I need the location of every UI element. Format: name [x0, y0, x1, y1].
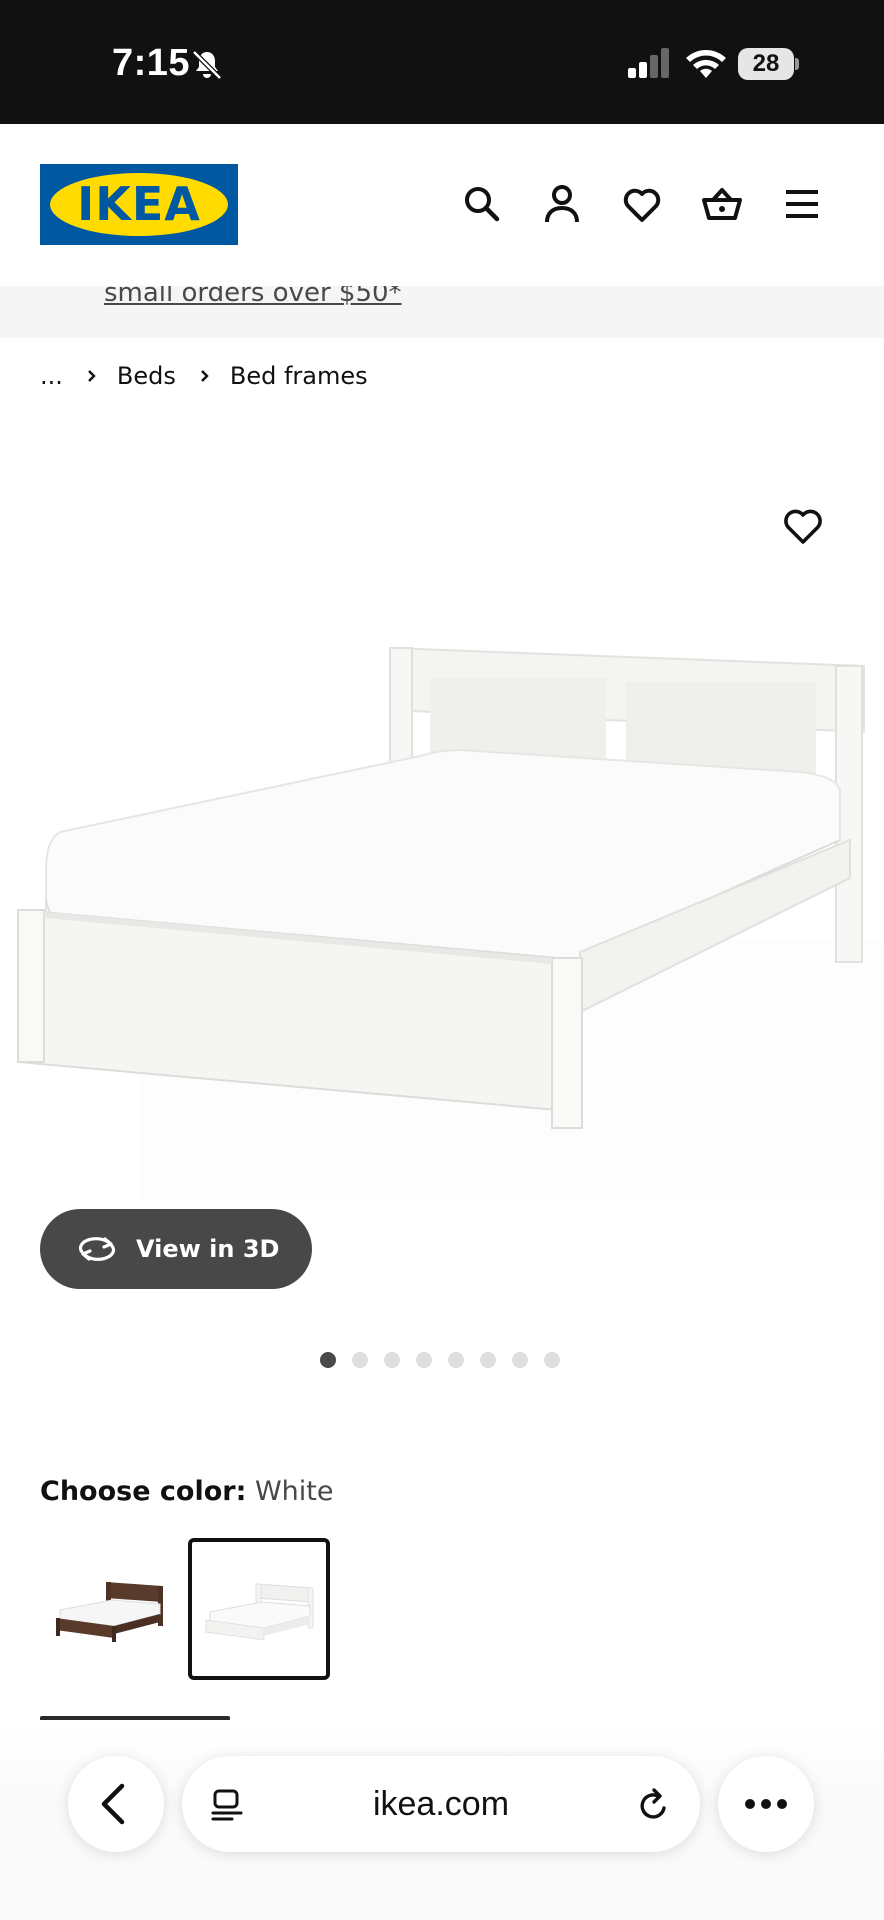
image-carousel-indicator — [320, 1352, 560, 1368]
bell-slash-icon — [192, 50, 222, 80]
carousel-dot[interactable] — [384, 1352, 400, 1368]
rotate-3d-icon — [78, 1237, 116, 1261]
color-option-brown[interactable] — [40, 1540, 176, 1676]
wifi-icon — [686, 50, 726, 78]
battery-level: 28 — [738, 48, 794, 80]
battery-tip — [795, 58, 799, 70]
carousel-dot[interactable] — [320, 1352, 336, 1368]
url-text: ikea.com — [372, 1785, 510, 1823]
heart-icon[interactable] — [620, 182, 664, 226]
chevron-right-icon — [88, 370, 96, 382]
add-to-favorites-heart-icon[interactable] — [780, 502, 826, 548]
ellipsis-icon — [745, 1799, 787, 1809]
promo-banner: small orders over $50* — [0, 286, 884, 338]
carousel-dot[interactable] — [448, 1352, 464, 1368]
status-bar: 7:15 28 — [0, 0, 884, 124]
site-header: IKEA ® — [0, 124, 884, 286]
carousel-dot[interactable] — [416, 1352, 432, 1368]
product-name-heading-partial — [40, 1708, 240, 1720]
logo-oval: IKEA — [50, 173, 228, 236]
reload-icon[interactable] — [636, 1786, 672, 1824]
carousel-dot[interactable] — [544, 1352, 560, 1368]
registered-mark-icon: ® — [212, 178, 220, 189]
shopping-basket-icon[interactable] — [700, 182, 744, 226]
logo-text: IKEA — [77, 177, 201, 231]
view-in-3d-label: View in 3D — [136, 1235, 280, 1263]
color-option-white[interactable] — [188, 1538, 330, 1680]
menu-icon[interactable] — [780, 182, 824, 226]
chevron-right-icon — [201, 370, 209, 382]
carousel-dot[interactable] — [512, 1352, 528, 1368]
battery-indicator: 28 — [738, 48, 799, 80]
address-bar[interactable]: ikea.com — [182, 1756, 700, 1852]
view-in-3d-button[interactable]: View in 3D — [40, 1209, 312, 1289]
color-chooser: Choose color: White — [40, 1476, 334, 1507]
search-icon[interactable] — [460, 182, 504, 226]
breadcrumb-beds[interactable]: Beds — [117, 362, 176, 390]
status-time: 7:15 — [112, 42, 191, 84]
chevron-left-icon — [101, 1783, 125, 1825]
white-bed-thumbnail — [205, 1583, 314, 1641]
ikea-logo[interactable]: IKEA ® — [40, 164, 238, 245]
breadcrumb-ellipsis[interactable]: ... — [40, 362, 63, 390]
brown-bed-thumbnail — [56, 1582, 163, 1642]
breadcrumb: ... Beds Bed frames — [40, 362, 368, 390]
color-value: White — [254, 1476, 334, 1507]
promo-link[interactable]: small orders over $50* — [104, 286, 402, 308]
product-image[interactable] — [0, 600, 884, 1200]
color-label: Choose color: — [40, 1476, 247, 1507]
cellular-signal-icon — [628, 48, 669, 78]
account-icon[interactable] — [540, 182, 584, 226]
breadcrumb-bed-frames[interactable]: Bed frames — [230, 362, 368, 390]
back-button[interactable] — [68, 1756, 164, 1852]
more-options-button[interactable] — [718, 1756, 814, 1852]
carousel-dot[interactable] — [480, 1352, 496, 1368]
carousel-dot[interactable] — [352, 1352, 368, 1368]
